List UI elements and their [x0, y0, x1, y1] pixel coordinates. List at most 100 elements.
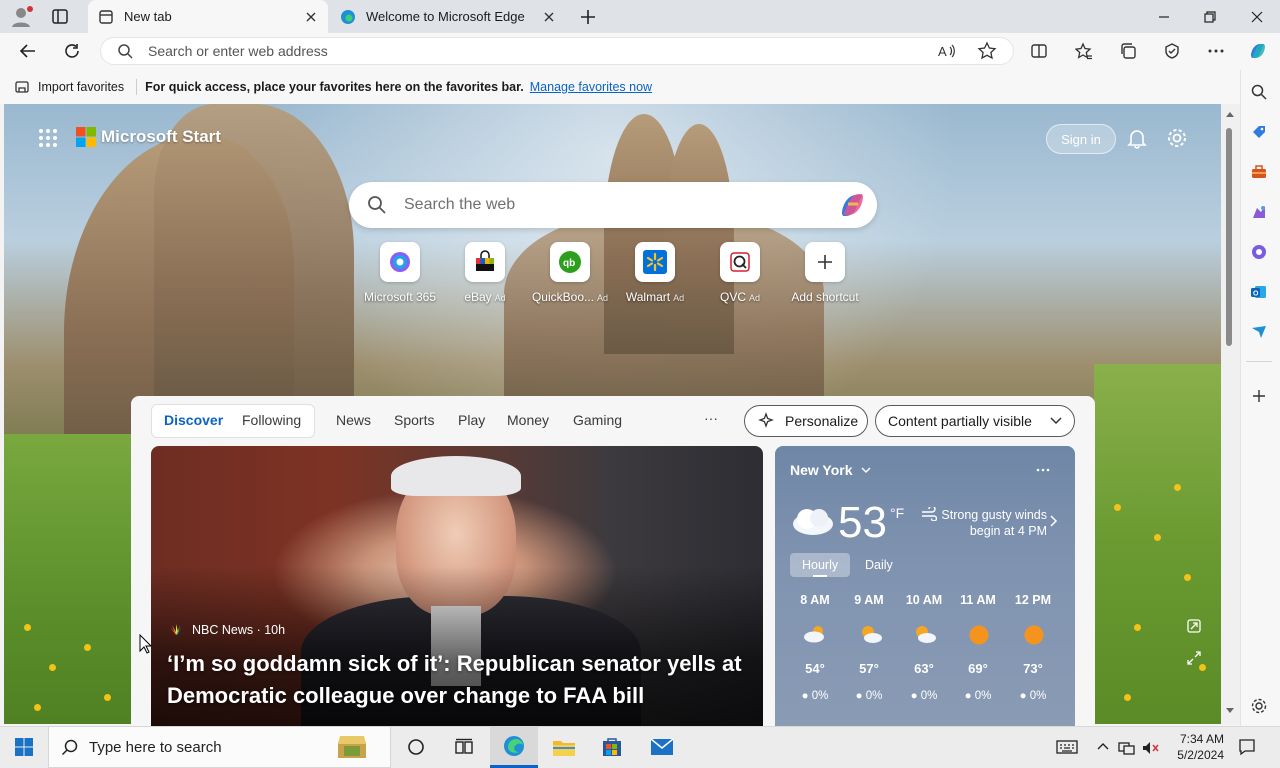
- image-info-icon[interactable]: [1186, 618, 1202, 634]
- scroll-down-icon[interactable]: [1225, 707, 1235, 715]
- weather-more-icon[interactable]: [1035, 462, 1051, 478]
- weather-alert[interactable]: Strong gusty winds begin at 4 PM: [935, 507, 1047, 539]
- refresh-button[interactable]: [56, 35, 88, 67]
- close-tab-icon[interactable]: [542, 10, 556, 24]
- import-favorites-icon[interactable]: [14, 79, 30, 95]
- add-sidebar-app-icon[interactable]: [1246, 383, 1272, 409]
- browser-essentials-icon[interactable]: [1156, 35, 1188, 67]
- tab-news[interactable]: News: [336, 412, 371, 428]
- collections-icon[interactable]: [1112, 35, 1144, 67]
- minimize-button[interactable]: [1141, 0, 1187, 33]
- shortcut-qvc[interactable]: QVC Ad: [698, 242, 782, 304]
- tools-icon[interactable]: [1246, 159, 1272, 185]
- droplet-icon: ●: [855, 690, 863, 702]
- news-headline[interactable]: ‘I’m so goddamn sick of it’: Republican …: [167, 648, 757, 712]
- tab-actions-icon[interactable]: [50, 7, 70, 27]
- profile-icon[interactable]: [10, 5, 34, 29]
- tab-discover[interactable]: Discover: [164, 412, 223, 428]
- current-temperature: 53: [838, 498, 887, 547]
- hour-precip: ● 0%: [1019, 690, 1047, 702]
- droplet-icon: ●: [910, 690, 918, 702]
- notifications-bell-icon[interactable]: [1126, 127, 1148, 149]
- cliff-decoration: [664, 124, 734, 354]
- close-tab-icon[interactable]: [304, 10, 318, 24]
- manage-favorites-link[interactable]: Manage favorites now: [530, 80, 652, 94]
- mouse-cursor-icon: [139, 634, 151, 654]
- new-tab-button[interactable]: [578, 7, 598, 27]
- content-visibility-dropdown[interactable]: Content partially visible: [875, 405, 1075, 437]
- tab-welcome-edge[interactable]: Welcome to Microsoft Edge: [330, 0, 566, 33]
- task-view-icon[interactable]: [440, 726, 488, 768]
- tab-following[interactable]: Following: [242, 412, 301, 428]
- drop-icon[interactable]: [1246, 319, 1272, 345]
- ms-start-brand[interactable]: Microsoft Start: [101, 127, 221, 147]
- restore-button[interactable]: [1187, 0, 1233, 33]
- weather-card[interactable]: [775, 446, 1075, 726]
- shortcut-walmart[interactable]: Walmart Ad: [613, 242, 697, 304]
- sidebar-search-icon[interactable]: [1246, 79, 1272, 105]
- new-tab-icon: [98, 9, 114, 25]
- scrollbar-thumb[interactable]: [1226, 128, 1232, 346]
- tab-gaming[interactable]: Gaming: [573, 412, 622, 428]
- shortcut-label: Add shortcut: [791, 290, 859, 304]
- keyboard-icon[interactable]: [1056, 739, 1078, 755]
- tab-money[interactable]: Money: [507, 412, 549, 428]
- notification-center-icon[interactable]: [1238, 738, 1256, 756]
- close-window-button[interactable]: [1234, 0, 1280, 33]
- page-settings-gear-icon[interactable]: [1166, 127, 1188, 149]
- tab-new-tab[interactable]: New tab: [88, 0, 328, 33]
- outlook-icon[interactable]: O: [1246, 279, 1272, 305]
- volume-muted-icon[interactable]: [1141, 740, 1159, 756]
- shortcut-microsoft-365[interactable]: Microsoft 365: [358, 242, 442, 304]
- task-view-cortana-icon[interactable]: [392, 726, 440, 768]
- taskbar-clock[interactable]: 7:34 AM 5/2/2024: [1164, 731, 1224, 763]
- qvc-icon: [720, 242, 760, 282]
- start-button[interactable]: [0, 726, 48, 768]
- back-button[interactable]: [12, 35, 44, 67]
- tab-underline: [813, 575, 827, 577]
- hour-time: 9 AM: [854, 593, 884, 607]
- hour-temp: 69°: [968, 661, 988, 676]
- file-explorer-icon[interactable]: [540, 726, 588, 768]
- weather-location[interactable]: New York: [790, 462, 871, 478]
- clock-date: 5/2/2024: [1177, 748, 1224, 762]
- network-icon[interactable]: [1118, 740, 1136, 756]
- import-favorites-button[interactable]: Import favorites: [38, 80, 124, 94]
- svg-text:A: A: [938, 44, 947, 59]
- split-screen-icon[interactable]: [1023, 35, 1055, 67]
- sidebar-settings-icon[interactable]: [1246, 693, 1272, 719]
- mail-icon[interactable]: [638, 726, 686, 768]
- address-placeholder: Search or enter web address: [148, 43, 328, 59]
- copilot-search-icon[interactable]: [836, 190, 868, 220]
- tab-sports[interactable]: Sports: [394, 412, 434, 428]
- chevron-up-icon[interactable]: [1097, 741, 1109, 751]
- taskbar-search-box[interactable]: Type here to search: [48, 726, 391, 768]
- search-icon: [61, 738, 79, 756]
- search-highlight-icon: [332, 732, 372, 762]
- app-launcher-icon[interactable]: [38, 128, 58, 148]
- microsoft-store-icon[interactable]: [588, 726, 636, 768]
- tab-play[interactable]: Play: [458, 412, 485, 428]
- microsoft-365-icon[interactable]: [1246, 239, 1272, 265]
- tab-daily[interactable]: Daily: [865, 558, 893, 572]
- hour-temp: 63°: [914, 661, 934, 676]
- more-categories-button[interactable]: ···: [704, 410, 718, 426]
- shopping-icon[interactable]: [1246, 119, 1272, 145]
- more-menu-icon[interactable]: [1200, 35, 1232, 67]
- scroll-up-icon[interactable]: [1225, 110, 1235, 118]
- expand-icon[interactable]: [1186, 650, 1202, 666]
- news-source[interactable]: NBC News · 10h: [168, 623, 285, 637]
- chevron-right-icon[interactable]: [1050, 515, 1058, 527]
- taskbar-edge-button[interactable]: [490, 726, 538, 768]
- shortcut-quickbooks[interactable]: qb QuickBoo... Ad: [528, 242, 612, 304]
- favorites-icon[interactable]: [1068, 35, 1100, 67]
- copilot-icon[interactable]: [1242, 35, 1274, 67]
- favorite-star-icon[interactable]: [977, 41, 997, 61]
- sign-in-button[interactable]: Sign in: [1046, 124, 1116, 154]
- read-aloud-icon[interactable]: A: [937, 41, 957, 61]
- personalize-button[interactable]: Personalize: [744, 405, 868, 437]
- temperature-unit[interactable]: °F: [890, 505, 904, 521]
- games-icon[interactable]: [1246, 199, 1272, 225]
- shortcut-add[interactable]: Add shortcut: [783, 242, 867, 304]
- shortcut-ebay[interactable]: eBay Ad: [443, 242, 527, 304]
